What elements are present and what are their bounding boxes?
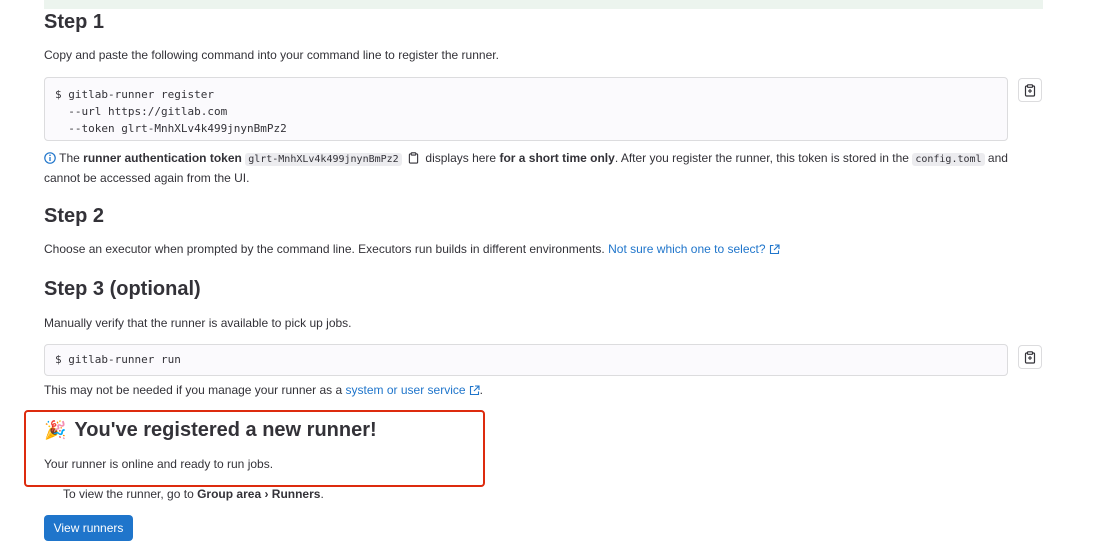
clipboard-icon[interactable] bbox=[408, 152, 419, 164]
view-suffix: . bbox=[320, 487, 324, 501]
token-value: glrt-MnhXLv4k499jnynBmPz2 bbox=[245, 153, 402, 166]
clipboard-icon bbox=[1024, 350, 1036, 364]
runners-path: Group area › Runners bbox=[197, 487, 321, 501]
success-title: You've registered a new runner! bbox=[74, 419, 377, 441]
clipboard-icon bbox=[1024, 83, 1036, 97]
step3-heading: Step 3 (optional) bbox=[44, 278, 201, 300]
command-line: $ gitlab-runner register bbox=[55, 88, 214, 101]
success-description: Your runner is online and ready to run j… bbox=[44, 457, 274, 471]
command-line: $ gitlab-runner run bbox=[55, 353, 181, 366]
step2-description: Choose an executor when prompted by the … bbox=[44, 241, 780, 257]
step3-description: Manually verify that the runner is avail… bbox=[44, 316, 352, 330]
system-service-link-label: system or user service bbox=[345, 383, 466, 397]
command-line: --token glrt-MnhXLv4k499jnynBmPz2 bbox=[55, 122, 287, 135]
info-icon bbox=[44, 152, 56, 164]
success-heading: 🎉 You've registered a new runner! bbox=[44, 418, 377, 442]
token-info-text: The runner authentication token glrt-Mnh… bbox=[44, 149, 1044, 187]
step1-description: Copy and paste the following command int… bbox=[44, 48, 499, 62]
info-prefix: The bbox=[59, 151, 80, 165]
info-bold-short-time: for a short time only bbox=[499, 151, 615, 165]
view-runner-instructions: To view the runner, go to Group area › R… bbox=[63, 486, 324, 502]
run-command-block[interactable]: $ gitlab-runner run bbox=[44, 344, 1008, 376]
copy-register-command-button[interactable] bbox=[1018, 78, 1042, 102]
config-file-name: config.toml bbox=[912, 153, 985, 166]
external-link-icon bbox=[469, 385, 480, 396]
service-note-suffix: . bbox=[479, 383, 483, 397]
step2-description-text: Choose an executor when prompted by the … bbox=[44, 242, 605, 256]
step2-heading: Step 2 bbox=[44, 205, 105, 227]
view-runners-button[interactable]: View runners bbox=[44, 515, 133, 541]
info-mid: displays here bbox=[425, 151, 497, 165]
executor-help-link[interactable]: Not sure which one to select? bbox=[608, 242, 780, 256]
executor-help-link-label: Not sure which one to select? bbox=[608, 242, 766, 256]
service-note-text: This may not be needed if you manage you… bbox=[44, 383, 343, 397]
step1-heading: Step 1 bbox=[44, 11, 105, 33]
service-note: This may not be needed if you manage you… bbox=[44, 382, 483, 398]
view-prefix: To view the runner, go to bbox=[63, 487, 194, 501]
register-command-block[interactable]: $ gitlab-runner register --url https://g… bbox=[44, 77, 1008, 141]
external-link-icon bbox=[769, 244, 780, 255]
copy-run-command-button[interactable] bbox=[1018, 345, 1042, 369]
info-bold-token-label: runner authentication token bbox=[83, 151, 242, 165]
command-line: --url https://gitlab.com bbox=[55, 105, 228, 118]
info-after: . After you register the runner, this to… bbox=[614, 151, 909, 165]
system-service-link[interactable]: system or user service bbox=[346, 383, 480, 397]
top-alert-strip bbox=[44, 0, 1043, 9]
party-popper-icon: 🎉 bbox=[44, 420, 67, 440]
